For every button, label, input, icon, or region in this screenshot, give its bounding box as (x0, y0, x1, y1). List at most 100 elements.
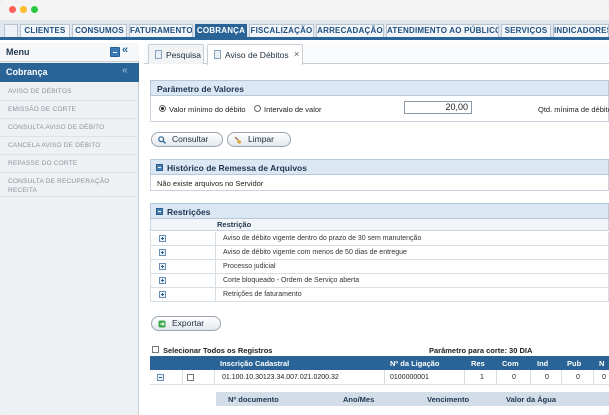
sidebar-item-cancela-aviso[interactable]: CANCELA AVISO DE DÉBITO (0, 137, 139, 155)
valor-minimo-input[interactable]: 20,00 (404, 101, 472, 114)
qtd-minima-label: Qtd. mínima de débitos (538, 105, 609, 114)
app-window: CLIENTES CONSUMOS FATURAMENTO COBRANÇA F… (0, 0, 609, 415)
restricoes-panel-header: Restrições (150, 203, 609, 219)
tab-pesquisa[interactable]: Pesquisa (148, 44, 204, 64)
main-content: Pesquisa Aviso de Débitos × Parâmetro de… (144, 43, 609, 415)
historico-message: Não existe arquivos no Servidor (157, 179, 264, 188)
close-window-button[interactable] (9, 6, 16, 13)
document-icon (155, 50, 162, 59)
col-com: Com (502, 359, 519, 368)
consultar-button[interactable]: Consultar (151, 132, 223, 147)
col-valor-agua: Valor da Água (506, 395, 557, 404)
close-icon[interactable]: × (294, 49, 299, 59)
parametro-panel-header: Parâmetro de Valores (150, 80, 609, 96)
maximize-window-button[interactable] (31, 6, 38, 13)
detail-table-header: Nº documento Ano/Mes Vencimento Valor da… (216, 392, 609, 406)
nav-tab-servicos[interactable]: SERVIÇOS (501, 24, 551, 37)
nav-tab-fiscalizacao[interactable]: FISCALIZAÇÃO (249, 24, 314, 37)
registros-table-header: Inscrição Cadastral Nº da Ligação Res Co… (150, 356, 609, 370)
sidebar-item-consulta-aviso[interactable]: CONSULTA AVISO DE DÉBITO (0, 119, 139, 137)
export-icon (158, 320, 166, 328)
radio-valor-minimo[interactable] (159, 105, 166, 112)
sidebar-item-label: EMISSÃO DE CORTE (8, 106, 77, 113)
tab-aviso-debitos[interactable]: Aviso de Débitos × (207, 44, 303, 65)
nav-tab-clientes[interactable]: CLIENTES (20, 24, 70, 37)
restricao-row: Aviso de débito vigente com menos de 50 … (150, 246, 609, 260)
sidebar-item-repasse-corte[interactable]: REPASSE DO CORTE (0, 155, 139, 173)
sidebar-item-label: AVISO DE DÉBITOS (8, 88, 72, 95)
restricoes-table-header: Restrição (150, 219, 609, 231)
tab-label: Aviso de Débitos (225, 50, 289, 60)
sidebar-section-label: Cobrança (6, 67, 48, 77)
panel-title: Histórico de Remessa de Arquivos (167, 163, 307, 173)
collapse-row-icon[interactable] (157, 374, 164, 381)
expand-icon[interactable] (159, 235, 166, 242)
restricao-column-header: Restrição (217, 220, 252, 229)
restricao-text: Corte bloqueado - Ordem de Serviço abert… (223, 277, 360, 284)
sidebar-item-label: REPASSE DO CORTE (8, 160, 78, 167)
collapse-toggle-icon[interactable] (156, 164, 163, 171)
sidebar-item-emissao-corte[interactable]: EMISSÃO DE CORTE (0, 101, 139, 119)
restricao-text: Aviso de débito vigente dentro do prazo … (223, 235, 422, 242)
restricao-row: Retrições de faturamento (150, 288, 609, 302)
sidebar-item-label: CANCELA AVISO DE DÉBITO (8, 142, 101, 149)
exportar-button[interactable]: Exportar (151, 316, 221, 331)
restricao-text: Retrições de faturamento (223, 291, 302, 298)
collapse-icon[interactable]: « (122, 65, 128, 76)
limpar-button[interactable]: Limpar (227, 132, 291, 147)
expand-icon[interactable] (159, 291, 166, 298)
nav-tab-consumos[interactable]: CONSUMOS (72, 24, 127, 37)
cell-ind: 0 (545, 374, 549, 381)
top-navigation: CLIENTES CONSUMOS FATURAMENTO COBRANÇA F… (0, 20, 609, 40)
row-checkbox[interactable] (187, 374, 194, 381)
limpar-label: Limpar (248, 134, 274, 144)
sidebar-header: Menu « (0, 43, 139, 62)
nav-tab-faturamento[interactable]: FATURAMENTO (129, 24, 193, 37)
col-pub: Pub (567, 359, 582, 368)
restricao-text: Aviso de débito vigente com menos de 50 … (223, 249, 407, 256)
col-ligacao: Nº da Ligação (390, 359, 440, 368)
sidebar-title: Menu (6, 47, 30, 57)
col-inscricao: Inscrição Cadastral (220, 359, 290, 368)
sidebar: Menu « Cobrança « AVISO DE DÉBITOS EMISS… (0, 43, 139, 415)
radio-intervalo-label: Intervalo de valor (264, 105, 322, 114)
sidebar-section-cobranca[interactable]: Cobrança « (0, 63, 139, 82)
nav-tab-atendimento[interactable]: ATENDIMENTO AO PÚBLICO (386, 24, 499, 37)
col-res: Res (471, 359, 485, 368)
parametro-corte-label: Parâmetro para corte: 30 DIA (429, 346, 533, 355)
tab-label: Pesquisa (166, 50, 201, 60)
nav-lead-tab (4, 24, 18, 37)
expand-icon[interactable] (159, 263, 166, 270)
select-all-checkbox[interactable] (152, 346, 159, 353)
cell-com: 0 (512, 374, 516, 381)
table-row[interactable]: 01.100.10.30123.34.007.021.0200.32 01000… (150, 370, 609, 385)
historico-panel-body: Não existe arquivos no Servidor (150, 175, 609, 191)
double-chevron-left-icon[interactable]: « (122, 44, 128, 56)
minimize-window-button[interactable] (20, 6, 27, 13)
search-icon (158, 136, 166, 144)
sidebar-item-consulta-recuperacao[interactable]: CONSULTA DE RECUPERAÇÃO RECEITA (0, 173, 139, 197)
panel-title: Parâmetro de Valores (157, 84, 244, 94)
nav-tab-indicadores[interactable]: INDICADORES (553, 24, 609, 37)
cell-inscricao: 01.100.10.30123.34.007.021.0200.32 (222, 374, 339, 381)
nav-tab-cobranca[interactable]: COBRANÇA (195, 24, 247, 40)
col-documento: Nº documento (228, 395, 279, 404)
nav-tab-arrecadacao[interactable]: ARRECADAÇÃO (316, 24, 384, 37)
broom-icon (234, 136, 242, 144)
radio-valor-minimo-label: Valor mínimo do débito (169, 105, 246, 114)
cell-n: 0 (602, 374, 606, 381)
restricao-row: Aviso de débito vigente dentro do prazo … (150, 232, 609, 246)
cell-res: 1 (480, 374, 484, 381)
col-n: N (599, 359, 605, 368)
restricao-text: Processo judicial (223, 263, 276, 270)
col-ind: Ind (537, 359, 549, 368)
panel-title: Restrições (167, 207, 211, 217)
sidebar-item-aviso-debitos[interactable]: AVISO DE DÉBITOS (0, 83, 139, 101)
cell-ligacao: 0100000001 (390, 374, 429, 381)
select-all-label: Selecionar Todos os Registros (163, 346, 273, 355)
expand-icon[interactable] (159, 249, 166, 256)
collapse-toggle-icon[interactable] (156, 208, 163, 215)
expand-icon[interactable] (159, 277, 166, 284)
window-toggle-icon[interactable] (110, 47, 120, 57)
radio-intervalo[interactable] (254, 105, 261, 112)
